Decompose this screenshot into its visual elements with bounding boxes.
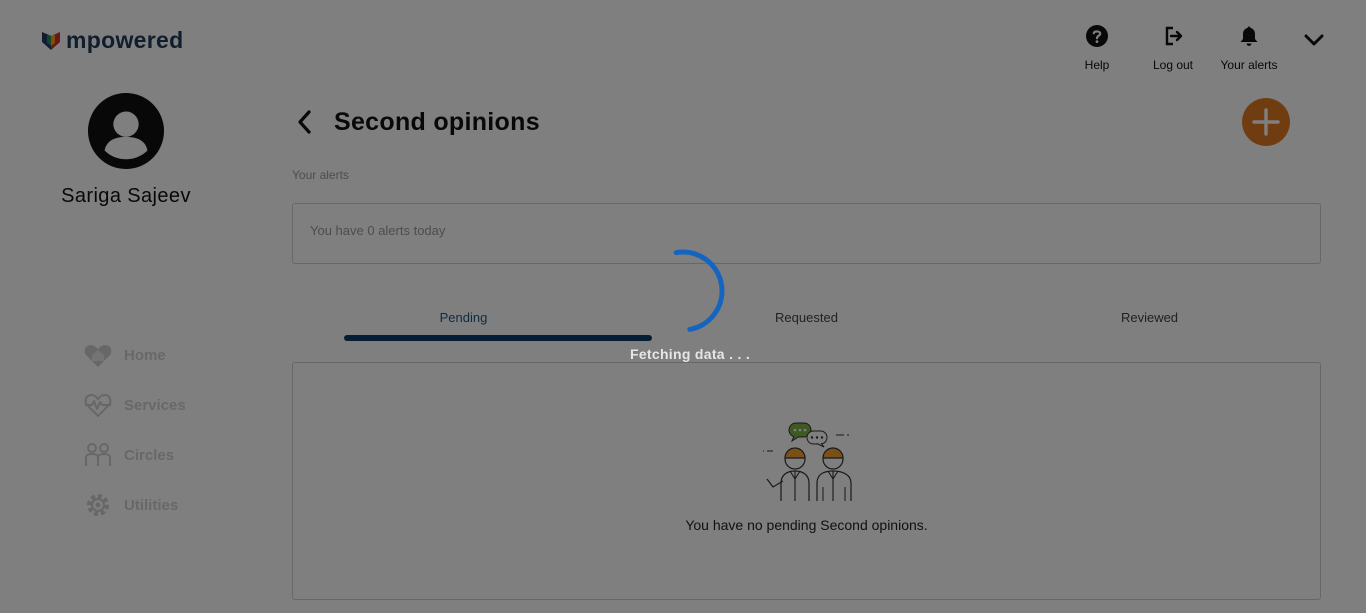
loading-text: Fetching data . . . [629, 346, 751, 362]
loading-spinner [673, 249, 725, 332]
page: mpowered Help Log out Your alerts [0, 0, 1366, 613]
loading-overlay: Fetching data . . . [0, 0, 1366, 613]
